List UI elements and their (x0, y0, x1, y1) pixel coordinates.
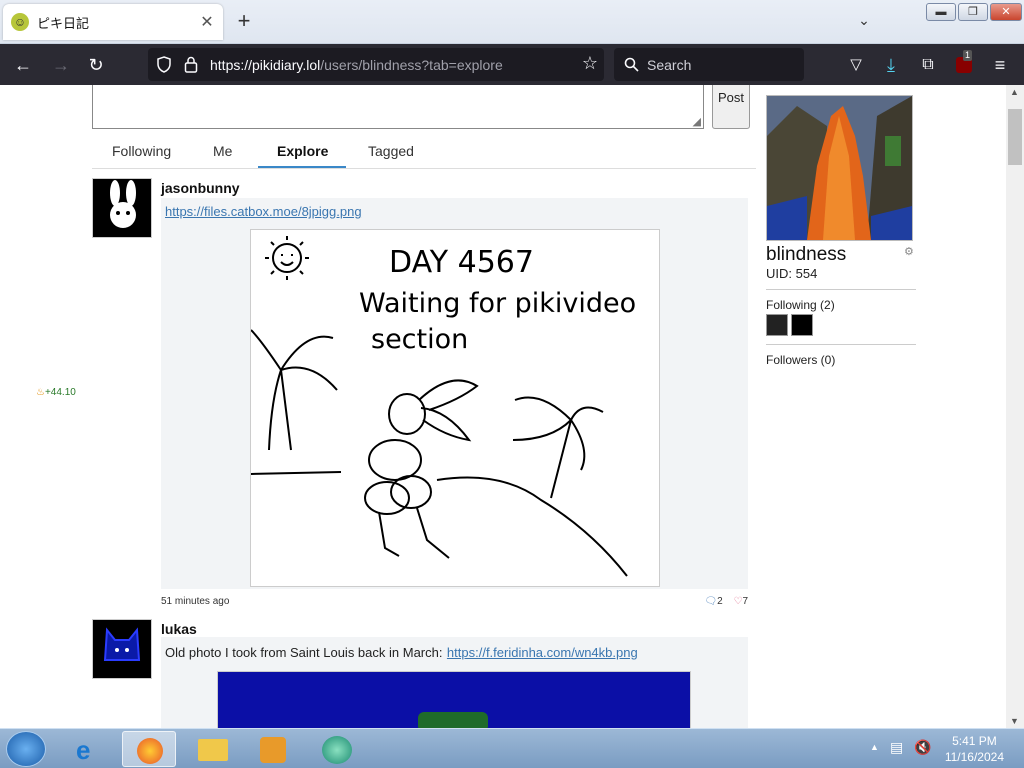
app-taskbar-icon[interactable] (310, 731, 364, 767)
taskbar-clock[interactable]: 5:41 PM 11/16/2024 (945, 733, 1004, 765)
tab-following[interactable]: Following (112, 143, 171, 159)
post-link[interactable]: https://f.feridinha.com/wn4kb.png (447, 645, 638, 660)
following-avatar[interactable] (791, 314, 813, 336)
post-timestamp: 51 minutes ago (161, 596, 230, 607)
firefox-taskbar-icon[interactable] (122, 731, 176, 767)
post-author[interactable]: lukas (161, 621, 197, 637)
scrollbar-thumb[interactable] (1008, 109, 1022, 165)
post-item: lukas Old photo I took from Saint Louis … (92, 619, 748, 728)
profile-uid: UID: 554 (766, 266, 818, 281)
resize-handle-icon[interactable]: ◢ (693, 115, 701, 128)
reload-icon[interactable]: ↻ (83, 52, 109, 78)
close-tab-icon[interactable]: ✕ (197, 12, 217, 32)
browser-titlebar: ☺ ピキ日記 ✕ + ⌄ ▬ ❐ ✕ (0, 0, 1024, 44)
clock-time: 5:41 PM (952, 734, 997, 748)
active-tab-indicator (258, 166, 346, 168)
url-bar[interactable]: https://pikidiary.lol/users/blindness?ta… (148, 48, 604, 81)
drawing-text-line: DAY 4567 (389, 245, 534, 280)
post-reactions: 🗨2 ♡7 (704, 596, 748, 607)
network-icon[interactable]: ▤ (890, 739, 903, 756)
volume-muted-icon[interactable]: 🔇 (914, 739, 931, 756)
page-scrollbar[interactable]: ▲ ▼ (1006, 85, 1024, 728)
post-link[interactable]: https://files.catbox.moe/8jpigg.png (165, 204, 362, 219)
post-body: https://files.catbox.moe/8jpigg.png DAY … (161, 198, 748, 589)
back-arrow-icon[interactable]: ← (10, 52, 36, 78)
tracking-shield-icon[interactable] (156, 56, 172, 73)
comment-count: 2 (717, 596, 723, 607)
page-content: ◢ Post Following Me Explore Tagged ♨+44.… (0, 85, 1024, 728)
media-player-icon[interactable] (246, 731, 300, 767)
followers-link[interactable]: Followers (0) (766, 353, 916, 367)
following-link[interactable]: Following (2) (766, 298, 916, 312)
tab-title: ピキ日記 (37, 15, 90, 31)
post-image[interactable] (217, 671, 691, 728)
like-count: 7 (742, 596, 748, 607)
menu-hamburger-icon[interactable]: ≡ (987, 52, 1013, 78)
lock-icon[interactable] (184, 56, 198, 73)
restore-window-button[interactable]: ❐ (958, 3, 988, 21)
url-path: /users/blindness?tab=explore (320, 56, 503, 73)
browser-navbar: ← → ↻ https://pikidiary.lol/users/blindn… (0, 44, 1024, 85)
browser-tab-active[interactable]: ☺ ピキ日記 ✕ (3, 4, 223, 40)
scroll-down-arrow-icon[interactable]: ▼ (1010, 716, 1019, 726)
profile-username: blindness (766, 244, 847, 265)
post-item: jasonbunny https://files.catbox.moe/8jpi… (92, 178, 748, 610)
drawing-svg: DAY 4567 Waiting for pikivideo section (250, 236, 636, 577)
score-value: +44.10 (44, 387, 76, 398)
feed-tabs: Following Me Explore Tagged (92, 135, 756, 169)
profile-sidebar: blindness ⚙ UID: 554 Following (2) Follo… (766, 95, 916, 367)
drawing-text-line: Waiting for pikivideo (359, 288, 636, 319)
windows-taskbar: e ▲ ▤ 🔇 5:41 PM 11/16/2024 (0, 728, 1024, 768)
tab-me[interactable]: Me (213, 143, 232, 159)
search-box[interactable]: Search (614, 48, 804, 81)
tab-tagged[interactable]: Tagged (368, 143, 414, 159)
scroll-up-arrow-icon[interactable]: ▲ (1010, 87, 1019, 97)
pocket-icon[interactable]: ▽ (843, 52, 869, 78)
post-composer-textarea[interactable]: ◢ (92, 85, 704, 129)
search-icon (624, 57, 639, 72)
site-favicon-icon: ☺ (11, 13, 29, 31)
post-body: Old photo I took from Saint Louis back i… (161, 637, 748, 728)
show-hidden-icons-arrow-icon[interactable]: ▲ (870, 742, 879, 752)
clock-date: 11/16/2024 (944, 750, 1004, 764)
url-host: https://pikidiary.lol (210, 56, 321, 73)
author-avatar[interactable] (92, 178, 152, 238)
search-placeholder: Search (647, 56, 692, 73)
extensions-puzzle-icon[interactable]: ⧉ (915, 52, 941, 78)
new-tab-button[interactable]: + (232, 10, 256, 34)
ublock-extension-icon[interactable]: 1 (951, 50, 977, 78)
score-badge: ♨+44.10 (36, 387, 76, 398)
bookmark-star-icon[interactable]: ☆ (582, 53, 598, 74)
settings-gear-icon[interactable]: ⚙ (904, 245, 914, 258)
file-explorer-icon[interactable] (186, 731, 240, 767)
following-avatar[interactable] (766, 314, 788, 336)
post-button[interactable]: Post (712, 85, 750, 129)
author-avatar[interactable] (92, 619, 152, 679)
list-tabs-chevron-icon[interactable]: ⌄ (852, 12, 876, 32)
following-avatars (766, 314, 916, 336)
close-window-button[interactable]: ✕ (990, 3, 1022, 21)
comment-icon[interactable]: 🗨 (704, 596, 717, 607)
drawing-text-line: section (371, 324, 468, 355)
extension-badge: 1 (963, 50, 973, 61)
downloads-icon[interactable]: ⤓ (878, 52, 904, 78)
url-text: https://pikidiary.lol/users/blindness?ta… (210, 57, 503, 73)
divider (766, 289, 916, 290)
internet-explorer-icon[interactable]: e (62, 731, 116, 767)
post-image[interactable]: DAY 4567 Waiting for pikivideo section (250, 229, 660, 587)
post-text: Old photo I took from Saint Louis back i… (165, 645, 443, 660)
post-author[interactable]: jasonbunny (161, 180, 240, 196)
tab-explore[interactable]: Explore (277, 143, 328, 159)
divider (766, 344, 916, 345)
flame-icon: ♨ (36, 387, 45, 398)
forward-arrow-icon[interactable]: → (48, 52, 74, 78)
minimize-window-button[interactable]: ▬ (926, 3, 956, 21)
profile-avatar[interactable] (766, 95, 913, 241)
start-button[interactable] (6, 731, 46, 767)
